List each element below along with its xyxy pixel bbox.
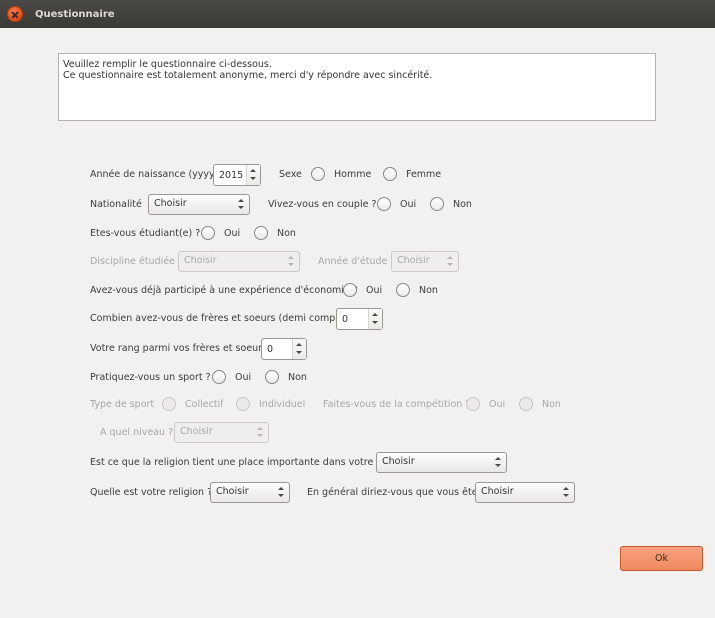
competition-yes-radio[interactable] [466, 397, 480, 411]
chevron-updown-icon [278, 486, 284, 499]
experiment-no-label: Non [419, 285, 438, 296]
decrement-icon[interactable] [372, 321, 378, 324]
sport-individual-label: Individuel [259, 399, 306, 410]
general-select[interactable]: Choisir [475, 482, 575, 503]
religion-importance-select[interactable]: Choisir [376, 452, 507, 473]
decrement-icon[interactable] [296, 351, 302, 354]
window-title: Questionnaire [35, 9, 115, 20]
couple-yes-radio[interactable] [377, 197, 391, 211]
ok-button[interactable]: Ok [620, 546, 703, 571]
nationality-select[interactable]: Choisir [148, 194, 250, 215]
level-value: Choisir [180, 426, 213, 437]
student-yes-radio[interactable] [201, 226, 215, 240]
competition-yes-label: Oui [489, 399, 506, 410]
nationality-value: Choisir [154, 198, 187, 209]
chevron-updown-icon [288, 255, 294, 268]
study-year-label: Année d'étude [318, 256, 388, 267]
level-select[interactable]: Choisir [174, 422, 269, 443]
discipline-label: Discipline étudiée [90, 256, 175, 267]
religion-label: Quelle est votre religion ? [90, 487, 213, 498]
study-year-value: Choisir [397, 255, 430, 266]
chevron-updown-icon [238, 198, 244, 211]
discipline-value: Choisir [184, 255, 217, 266]
general-value: Choisir [481, 486, 514, 497]
sport-type-label: Type de sport [90, 399, 155, 410]
experiment-label: Avez-vous déjà participé à une expérienc… [90, 285, 358, 296]
sport-yes-label: Oui [235, 372, 252, 383]
couple-yes-label: Oui [400, 199, 417, 210]
student-label: Etes-vous étudiant(e) ? [90, 228, 201, 239]
sport-no-radio[interactable] [265, 370, 279, 384]
student-yes-label: Oui [224, 228, 241, 239]
study-year-select[interactable]: Choisir [391, 251, 459, 272]
sex-female-radio[interactable] [383, 167, 397, 181]
sport-collective-label: Collectif [185, 399, 224, 410]
sport-no-label: Non [288, 372, 307, 383]
level-label: A quel niveau ? [100, 427, 174, 438]
religion-select[interactable]: Choisir [210, 482, 290, 503]
birth-year-label: Année de naissance (yyyy) [90, 169, 219, 180]
experiment-no-radio[interactable] [396, 283, 410, 297]
sex-label: Sexe [279, 169, 302, 180]
close-icon[interactable] [7, 6, 23, 22]
sport-yes-radio[interactable] [212, 370, 226, 384]
student-no-radio[interactable] [254, 226, 268, 240]
birth-year-spinbox[interactable]: 2015 [213, 164, 261, 186]
window-titlebar: Questionnaire [0, 0, 715, 28]
increment-icon[interactable] [250, 169, 256, 172]
birth-year-value: 2015 [219, 170, 244, 181]
experiment-yes-radio[interactable] [343, 283, 357, 297]
intro-line-1: Veuillez remplir le questionnaire ci-des… [63, 59, 272, 70]
intro-text-area[interactable]: Veuillez remplir le questionnaire ci-des… [58, 53, 656, 121]
rank-value: 0 [267, 344, 274, 355]
competition-label: Faites-vous de la compétition ? [323, 399, 471, 410]
competition-no-label: Non [542, 399, 561, 410]
intro-line-2: Ce questionnaire est totalement anonyme,… [63, 70, 433, 81]
chevron-updown-icon [257, 426, 263, 439]
decrement-icon[interactable] [250, 177, 256, 180]
couple-label: Vivez-vous en couple ? [268, 199, 377, 210]
religion-importance-label: Est ce que la religion tient une place i… [90, 457, 399, 468]
sex-male-label: Homme [334, 169, 372, 180]
rank-spinbox[interactable]: 0 [261, 338, 307, 360]
couple-no-label: Non [453, 199, 472, 210]
competition-no-radio[interactable] [519, 397, 533, 411]
chevron-updown-icon [563, 486, 569, 499]
religion-importance-value: Choisir [382, 456, 415, 467]
experiment-yes-label: Oui [366, 285, 383, 296]
siblings-spinbox[interactable]: 0 [336, 308, 383, 330]
chevron-updown-icon [447, 255, 453, 268]
student-no-label: Non [277, 228, 296, 239]
rank-label: Votre rang parmi vos frères et soeurs [90, 343, 268, 354]
sport-individual-radio[interactable] [236, 397, 250, 411]
chevron-updown-icon [495, 456, 501, 469]
sex-male-radio[interactable] [311, 167, 325, 181]
increment-icon[interactable] [296, 343, 302, 346]
siblings-value: 0 [342, 314, 349, 325]
general-label: En général diriez-vous que vous êtes [307, 487, 483, 498]
increment-icon[interactable] [372, 313, 378, 316]
religion-value: Choisir [216, 486, 249, 497]
sport-collective-radio[interactable] [162, 397, 176, 411]
nationality-label: Nationalité [90, 199, 142, 210]
couple-no-radio[interactable] [430, 197, 444, 211]
sport-label: Pratiquez-vous un sport ? [90, 372, 211, 383]
siblings-label: Combien avez-vous de frères et soeurs (d… [90, 313, 356, 324]
sex-female-label: Femme [406, 169, 442, 180]
discipline-select[interactable]: Choisir [178, 251, 300, 272]
